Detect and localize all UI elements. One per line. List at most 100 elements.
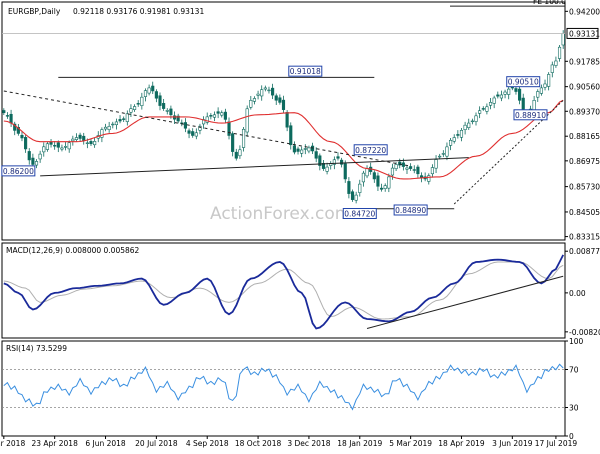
candle-body: [543, 83, 547, 88]
candle-body: [416, 166, 420, 175]
forex-chart: ActionForex.com FE 100.0 MACD(12,26,9) 0.…: [0, 0, 600, 450]
rsi-y-tick-label: 30: [569, 404, 579, 413]
candle-body: [74, 137, 79, 140]
x-tick-label: 5 Mar 2019: [389, 439, 432, 448]
candle-body: [485, 106, 489, 112]
candle-body: [111, 123, 115, 126]
candle-body: [100, 129, 104, 138]
rsi-y-tick-label: 100: [569, 337, 584, 346]
candle-body: [194, 132, 198, 137]
level-label: 0.91018: [288, 65, 323, 77]
x-tick-label: 3 Dec 2018: [287, 439, 330, 448]
fe-label: FE 100.0: [533, 0, 566, 6]
candle-body: [78, 134, 82, 139]
candle-body: [488, 102, 493, 106]
level-label: 0.84720: [342, 208, 377, 220]
price-y-tick-label: 0.89370: [569, 107, 600, 116]
candle-body: [292, 145, 296, 153]
candle-body: [89, 141, 93, 145]
macd-y-tick-label: -0.008205: [569, 328, 600, 337]
candle-body: [274, 95, 278, 101]
candle-body: [53, 145, 57, 147]
x-tick-label: 18 Jan 2019: [337, 439, 382, 448]
candle-body: [154, 91, 158, 99]
price-y-tick-label: 0.84505: [569, 208, 600, 217]
candle-body: [289, 125, 293, 146]
candle-body: [478, 110, 482, 114]
candle-body: [31, 157, 35, 165]
candle-body: [401, 162, 405, 167]
price-y-tick-label: 0.91785: [569, 57, 600, 66]
candle-body: [452, 137, 456, 142]
candle-body: [445, 146, 449, 157]
candle-body: [405, 167, 409, 170]
candle-body: [71, 138, 75, 142]
candle-body: [532, 100, 536, 111]
candle-body: [209, 115, 213, 117]
price-y-tick-label: 0.90560: [569, 83, 600, 92]
candle-body: [114, 121, 118, 126]
candle-body: [514, 88, 518, 92]
candle-body: [67, 142, 71, 150]
candle-body: [183, 122, 188, 129]
candle-body: [245, 108, 249, 133]
candle-body: [82, 135, 86, 141]
candle-body: [434, 159, 438, 169]
candle-body: [85, 142, 89, 144]
level-label-text: 0.86200: [3, 167, 34, 176]
candle-body: [518, 88, 522, 101]
candle-body: [459, 130, 464, 138]
candle-body: [427, 175, 431, 182]
candle-body: [27, 151, 31, 161]
candle-body: [456, 134, 460, 136]
candle-body: [151, 85, 155, 92]
candle-body: [278, 97, 282, 103]
candle: [245, 105, 249, 137]
candle-body: [136, 103, 140, 105]
candle-body: [521, 97, 525, 110]
candle-body: [365, 168, 369, 177]
candle-body: [249, 100, 253, 108]
candle-body: [238, 149, 242, 157]
candle-body: [547, 74, 551, 87]
candle-body: [129, 108, 133, 113]
candle-body: [343, 163, 347, 180]
x-tick-label: 23 Apr 2018: [31, 439, 78, 448]
candle-body: [260, 89, 264, 97]
candle-body: [507, 88, 511, 95]
x-tick-label: 8 Mar 2018: [0, 439, 25, 448]
price-tag-value: 0.93131: [569, 29, 600, 38]
candle-body: [314, 151, 318, 159]
price-y-tick-label: 0.88165: [569, 132, 600, 141]
price-y-tick-label: 0.86975: [569, 157, 600, 166]
candle-body: [9, 113, 13, 124]
candle-body: [118, 119, 122, 122]
candle-body: [390, 167, 395, 176]
level-label: 0.87220: [353, 144, 388, 156]
level-label: 0.90510: [506, 76, 541, 88]
candle-body: [536, 91, 540, 98]
candle-body: [169, 108, 173, 116]
price-y-tick-label: 0.83315: [569, 233, 600, 242]
candle-body: [557, 46, 562, 59]
x-tick-label: 6 Jun 2018: [85, 439, 126, 448]
candle-body: [325, 166, 329, 172]
candle-body: [379, 187, 384, 190]
candle-body: [303, 148, 307, 150]
candle-body: [300, 149, 304, 154]
candle-body: [20, 134, 24, 139]
candle-body: [172, 115, 177, 120]
candle-body: [267, 89, 271, 92]
ohlc-values: 0.92118 0.93176 0.91981 0.93131: [73, 7, 204, 16]
candle-body: [162, 103, 166, 109]
candle-body: [191, 131, 195, 136]
price-y-tick-label: 0.85730: [569, 183, 600, 192]
candle-body: [474, 115, 478, 122]
candle-body: [103, 126, 108, 130]
candle-body: [223, 111, 227, 120]
x-tick-label: 4 Sep 2018: [186, 439, 229, 448]
x-tick-label: 18 Oct 2018: [235, 439, 282, 448]
level-label-text: 0.91018: [290, 67, 321, 76]
candle-body: [394, 164, 398, 170]
candle-body: [234, 151, 238, 159]
